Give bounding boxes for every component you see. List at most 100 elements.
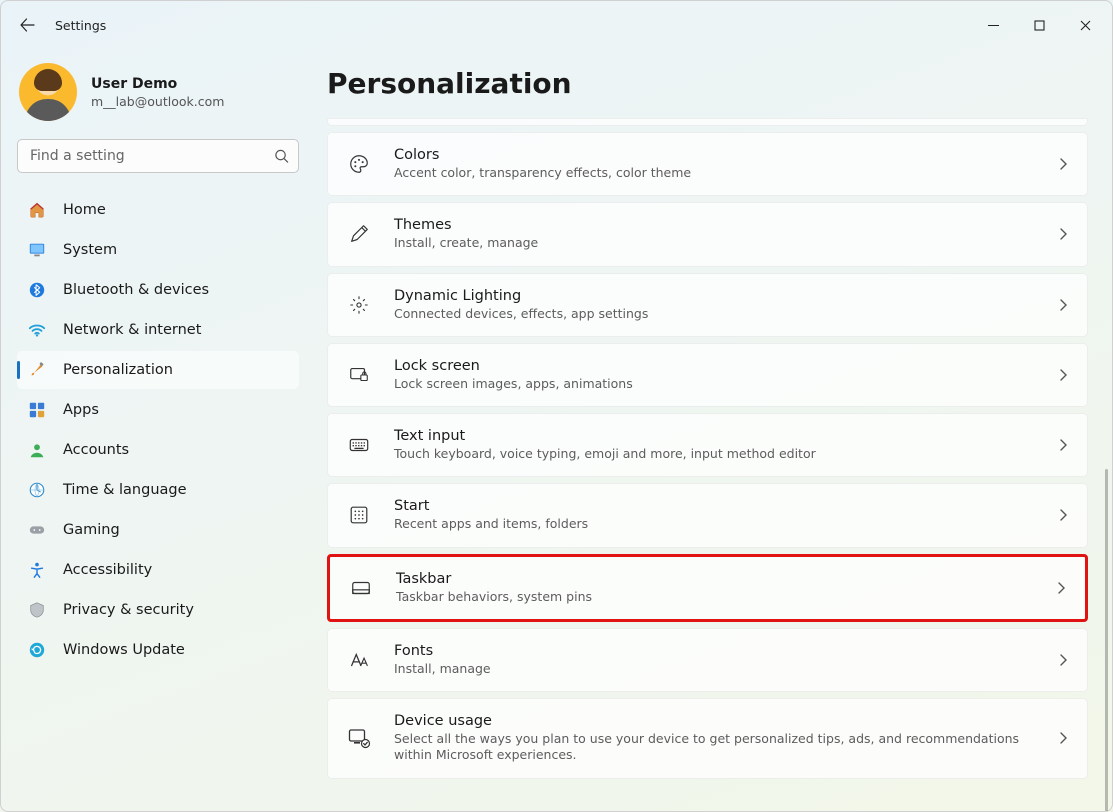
maximize-icon (1034, 20, 1045, 31)
window-title: Settings (55, 18, 106, 33)
setting-row-sliver[interactable] (327, 118, 1088, 126)
chevron-right-icon (1057, 509, 1069, 521)
sidebar-item-apps[interactable]: Apps (17, 391, 299, 429)
sidebar-item-network[interactable]: Network & internet (17, 311, 299, 349)
avatar (19, 63, 77, 121)
setting-title: Text input (394, 428, 1035, 444)
setting-desc: Install, manage (394, 661, 1035, 677)
setting-title: Themes (394, 217, 1035, 233)
sidebar-item-label: Windows Update (63, 642, 185, 658)
main-content: Personalization Colors Accent color, tra… (309, 49, 1112, 811)
settings-list: Colors Accent color, transparency effect… (327, 118, 1088, 779)
sidebar-item-label: Time & language (63, 482, 187, 498)
chevron-right-icon (1057, 732, 1069, 744)
search-wrap (17, 139, 299, 173)
sidebar-item-label: Accounts (63, 442, 129, 458)
setting-row-device-usage[interactable]: Device usage Select all the ways you pla… (327, 698, 1088, 779)
chevron-right-icon (1057, 654, 1069, 666)
sidebar-item-label: Gaming (63, 522, 120, 538)
paintbrush-icon (27, 360, 47, 380)
setting-row-dynamic-lighting[interactable]: Dynamic Lighting Connected devices, effe… (327, 273, 1088, 337)
setting-desc: Taskbar behaviors, system pins (396, 589, 1033, 605)
titlebar: Settings (1, 1, 1112, 49)
maximize-button[interactable] (1016, 9, 1062, 41)
sidebar-item-time-language[interactable]: Time & language (17, 471, 299, 509)
sidebar-item-gaming[interactable]: Gaming (17, 511, 299, 549)
sidebar-item-personalization[interactable]: Personalization (17, 351, 299, 389)
profile-block[interactable]: User Demo m__lab@outlook.com (17, 57, 299, 137)
sidebar-item-label: Apps (63, 402, 99, 418)
setting-title: Taskbar (396, 571, 1033, 587)
pen-icon (346, 221, 372, 247)
chevron-right-icon (1057, 158, 1069, 170)
search-icon (274, 149, 289, 164)
profile-name: User Demo (91, 76, 224, 92)
device-usage-icon (346, 725, 372, 751)
setting-desc: Touch keyboard, voice typing, emoji and … (394, 446, 1035, 462)
close-icon (1080, 20, 1091, 31)
setting-row-lock-screen[interactable]: Lock screen Lock screen images, apps, an… (327, 343, 1088, 407)
keyboard-icon (346, 432, 372, 458)
sidebar-item-privacy[interactable]: Privacy & security (17, 591, 299, 629)
sidebar-item-label: Personalization (63, 362, 173, 378)
setting-title: Dynamic Lighting (394, 288, 1035, 304)
setting-title: Colors (394, 147, 1035, 163)
setting-desc: Recent apps and items, folders (394, 516, 1035, 532)
setting-desc: Install, create, manage (394, 235, 1035, 251)
palette-icon (346, 151, 372, 177)
bluetooth-icon (27, 280, 47, 300)
setting-row-fonts[interactable]: Fonts Install, manage (327, 628, 1088, 692)
sidebar-item-bluetooth[interactable]: Bluetooth & devices (17, 271, 299, 309)
sidebar-item-label: System (63, 242, 117, 258)
close-button[interactable] (1062, 9, 1108, 41)
setting-desc: Accent color, transparency effects, colo… (394, 165, 1035, 181)
search-input[interactable] (17, 139, 299, 173)
minimize-button[interactable] (970, 9, 1016, 41)
setting-desc: Lock screen images, apps, animations (394, 376, 1035, 392)
sparkle-icon (346, 292, 372, 318)
fonts-icon (346, 647, 372, 673)
page-title: Personalization (327, 67, 1088, 100)
sidebar-item-label: Privacy & security (63, 602, 194, 618)
chevron-right-icon (1057, 228, 1069, 240)
lockscreen-icon (346, 362, 372, 388)
sidebar-item-accounts[interactable]: Accounts (17, 431, 299, 469)
update-icon (27, 640, 47, 660)
sidebar-item-home[interactable]: Home (17, 191, 299, 229)
sidebar-item-label: Accessibility (63, 562, 152, 578)
setting-title: Start (394, 498, 1035, 514)
apps-icon (27, 400, 47, 420)
setting-row-start[interactable]: Start Recent apps and items, folders (327, 483, 1088, 547)
setting-row-colors[interactable]: Colors Accent color, transparency effect… (327, 132, 1088, 196)
setting-title: Device usage (394, 713, 1035, 729)
person-icon (27, 440, 47, 460)
sidebar-item-windows-update[interactable]: Windows Update (17, 631, 299, 669)
setting-desc: Select all the ways you plan to use your… (394, 731, 1034, 764)
sidebar-item-system[interactable]: System (17, 231, 299, 269)
sidebar-item-label: Home (63, 202, 106, 218)
taskbar-icon (348, 575, 374, 601)
wifi-icon (27, 320, 47, 340)
system-icon (27, 240, 47, 260)
chevron-right-icon (1057, 439, 1069, 451)
setting-title: Lock screen (394, 358, 1035, 374)
setting-row-taskbar[interactable]: Taskbar Taskbar behaviors, system pins (327, 554, 1088, 622)
minimize-icon (988, 20, 999, 31)
shield-icon (27, 600, 47, 620)
setting-desc: Connected devices, effects, app settings (394, 306, 1035, 322)
profile-email: m__lab@outlook.com (91, 94, 224, 109)
start-icon (346, 502, 372, 528)
window-controls (970, 9, 1108, 41)
scrollbar-thumb[interactable] (1105, 469, 1108, 811)
arrow-left-icon (19, 17, 35, 33)
sidebar-nav: Home System Bluetooth & devices Network … (17, 191, 299, 669)
home-icon (27, 200, 47, 220)
gamepad-icon (27, 520, 47, 540)
back-button[interactable] (9, 7, 45, 43)
setting-title: Fonts (394, 643, 1035, 659)
accessibility-icon (27, 560, 47, 580)
setting-row-themes[interactable]: Themes Install, create, manage (327, 202, 1088, 266)
setting-row-text-input[interactable]: Text input Touch keyboard, voice typing,… (327, 413, 1088, 477)
sidebar: User Demo m__lab@outlook.com Home System… (1, 49, 309, 811)
sidebar-item-accessibility[interactable]: Accessibility (17, 551, 299, 589)
